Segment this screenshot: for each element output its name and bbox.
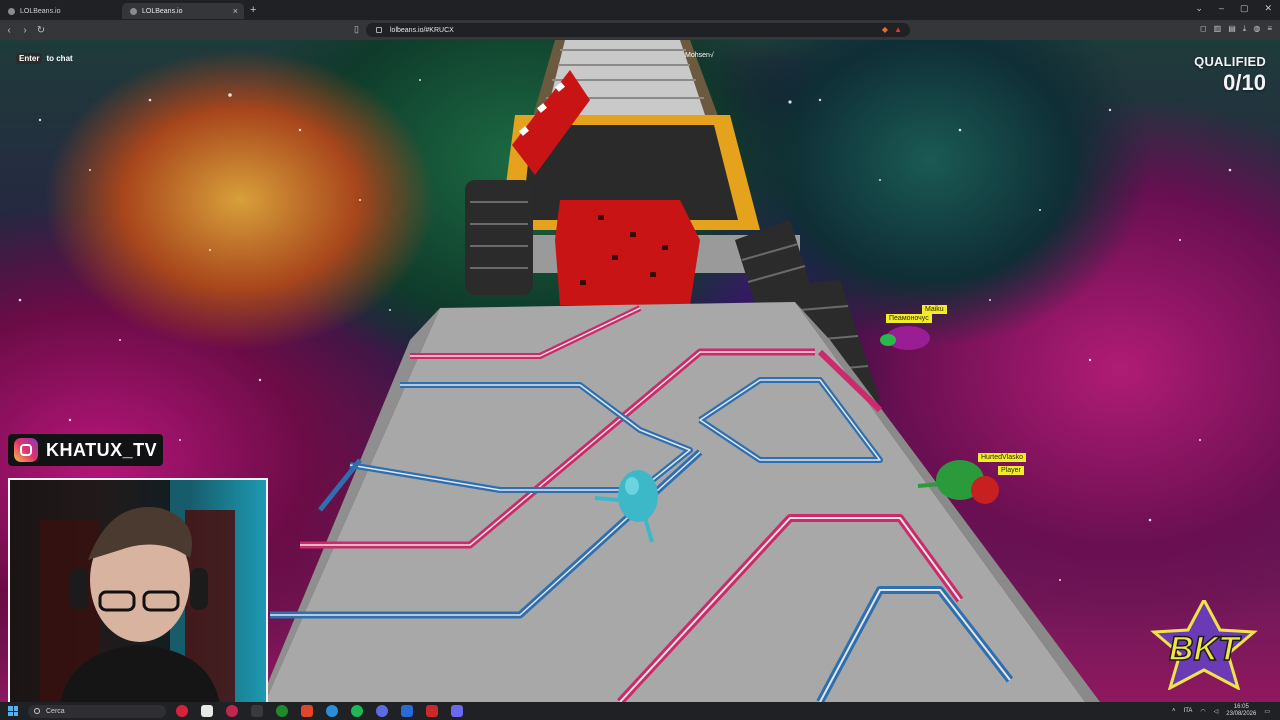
close-icon[interactable]: ✕ [1264,3,1272,14]
streamer-silhouette [40,480,266,704]
site-favicon-icon [8,7,15,15]
minimize-icon[interactable]: – [1219,3,1224,14]
system-tray: ˄ ITA ◠ ◁ 16:05 23/08/2026 ▭ [1172,704,1270,718]
obs-app-icon[interactable] [401,705,413,717]
menu-icon[interactable]: ≡ [1267,24,1272,34]
player-name-tag: Maiku [922,305,947,314]
brave-app-icon[interactable] [301,705,313,717]
qualified-count: 0/10 [1223,70,1266,95]
wallet-icon[interactable]: ▤ [1228,24,1236,34]
reload-icon[interactable]: ↻ [34,25,48,36]
bkt-brand-logo: BKT [1142,596,1266,691]
forward-icon[interactable]: › [18,25,32,36]
notepad-app-icon[interactable] [201,705,213,717]
qualified-counter: QUALIFIED 0/10 [1194,54,1266,96]
media-app-icon[interactable] [226,705,238,717]
tab-title: LOLBeans.io [142,7,183,15]
bkt-logo-icon: BKT [1150,596,1258,691]
browser-tab[interactable]: LOLBeans.io [0,3,122,19]
os-taskbar: Cerca ˄ ITA ◠ ◁ 16:05 23/08/2026 ▭ [0,702,1280,720]
bkt-logo-text: BKT [1169,630,1242,668]
game-app-icon[interactable] [451,705,463,717]
webcam-feed [8,478,268,706]
terminal-app-icon[interactable] [251,705,263,717]
instagram-handle-overlay: KHATUX_TV [8,434,164,466]
player-name-tag: HurtedVlasko [978,453,1027,462]
search-icon [34,708,40,714]
rewards-icon[interactable]: ▲ [894,25,902,34]
browser-tab-active[interactable]: LOLBeans.io × [122,3,244,19]
track-platform [260,302,1100,702]
download-icon[interactable]: ⤓ [1243,24,1247,34]
taskbar-search-input[interactable]: Cerca [28,704,166,718]
opera-app-icon[interactable] [176,705,188,717]
url-bar-actions: ◆ ▲ [882,25,902,34]
instagram-icon [14,438,38,462]
browser-tab-bar: LOLBeans.io LOLBeans.io × + ⌄ – ▢ ✕ [0,0,1280,20]
extension-icon[interactable]: ◻ [1200,24,1207,34]
chrome-app-icon[interactable] [326,705,338,717]
maximize-icon[interactable]: ▢ [1240,3,1249,14]
opponent-bean-purple [880,326,930,350]
plus-icon[interactable]: + [250,4,256,16]
language-indicator[interactable]: ITA [1184,708,1193,714]
browser-toolbar: ‹ › ↻ ▯ lolbeans.io/#KRUCX ◆ ▲ ◻ ▥ ▤ ⤓ ◍… [0,20,1280,40]
site-favicon-icon [130,7,137,15]
site-info-icon[interactable] [376,27,382,33]
spotify-app-icon[interactable] [351,705,363,717]
instagram-handle: KHATUX_TV [46,439,158,460]
bookmark-icon[interactable]: ▯ [354,24,359,35]
player-name-tag: Пеамоночус [886,314,932,323]
window-controls: ⌄ – ▢ ✕ [1195,3,1272,14]
chevron-up-icon[interactable]: ˄ [1172,708,1176,714]
clock-time: 16:05 [1233,704,1249,710]
url-bar[interactable]: lolbeans.io/#KRUCX ◆ ▲ [366,23,910,37]
chat-hint: Enter to chat [16,53,73,64]
qualified-label: QUALIFIED [1194,54,1266,69]
wifi-icon[interactable]: ◠ [1200,708,1205,715]
clock-date: 23/08/2026 [1226,711,1257,717]
back-icon[interactable]: ‹ [2,25,16,36]
windows-start-icon[interactable] [8,706,18,716]
notification-icon[interactable]: ▭ [1264,708,1270,715]
app-icon[interactable] [426,705,438,717]
discord-app-icon[interactable] [376,705,388,717]
vpn-icon[interactable]: ◍ [1253,24,1260,34]
player-name-tag: Player [998,466,1024,475]
chat-hint-text: to chat [46,54,73,63]
close-tab-icon[interactable]: × [233,6,238,16]
taskbar-apps [176,705,463,717]
tab-title: LOLBeans.io [20,7,61,15]
xbox-app-icon[interactable] [276,705,288,717]
extensions-area: ◻ ▥ ▤ ⤓ ◍ ≡ [1200,24,1272,34]
player-name-tag: Mohsen√ [685,52,714,59]
brave-shield-icon[interactable]: ◆ [882,25,888,34]
sidebar-icon[interactable]: ▥ [1214,24,1222,34]
search-placeholder: Cerca [46,707,65,715]
url-text: lolbeans.io/#KRUCX [390,26,454,34]
enter-key-hint: Enter [16,53,43,64]
taskbar-clock[interactable]: 16:05 23/08/2026 [1226,704,1256,718]
volume-icon[interactable]: ◁ [1214,708,1219,715]
wheel-left [465,180,533,295]
chevron-down-icon[interactable]: ⌄ [1195,3,1203,14]
